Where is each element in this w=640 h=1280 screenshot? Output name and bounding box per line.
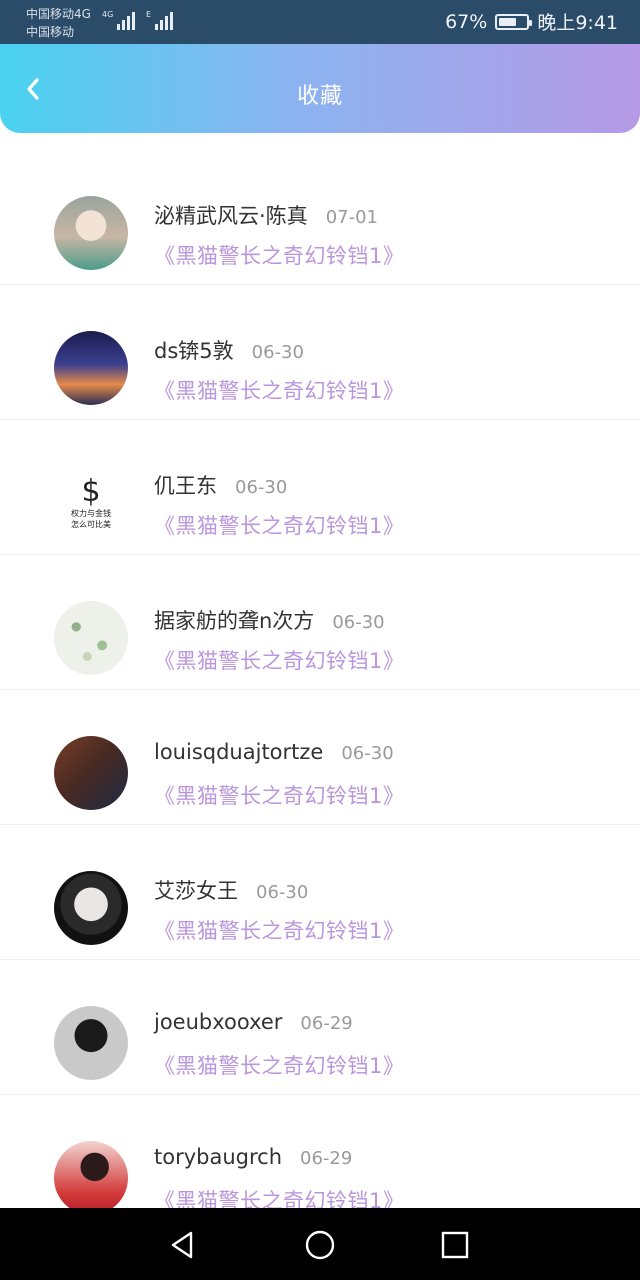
- favorites-list: 泌精武风云·陈真 07-01 《黑猫警长之奇幻铃铛1》 ds锛5敦 06-30 《黑猫警长…: [0, 150, 640, 1208]
- back-triangle-icon: [171, 1231, 193, 1259]
- item-date: 07-01: [325, 207, 378, 228]
- book-title-link[interactable]: 《黑猫警长之奇幻铃铛1》: [154, 1050, 404, 1080]
- avatar-caption-1: 权力与金钱: [71, 509, 111, 518]
- book-title-link[interactable]: 《黑猫警长之奇幻铃铛1》: [154, 375, 404, 405]
- nav-back-button[interactable]: [166, 1228, 200, 1262]
- name-row: 仉王东 06-30: [154, 470, 287, 500]
- user-name[interactable]: louisqduajtortze: [154, 740, 323, 764]
- avatar-caption-2: 怎么可比美: [71, 520, 111, 529]
- avatar[interactable]: [54, 736, 128, 810]
- avatar[interactable]: [54, 871, 128, 945]
- book-title-link[interactable]: 《黑猫警长之奇幻铃铛1》: [154, 780, 404, 810]
- list-item[interactable]: ds锛5敦 06-30 《黑猫警长之奇幻铃铛1》: [0, 285, 640, 420]
- battery-fill: [499, 17, 517, 26]
- item-date: 06-29: [300, 1013, 353, 1034]
- status-bar: 中国移动4G 中国移动 4G E 67% 晚上9:41: [0, 0, 640, 44]
- list-item[interactable]: 泌精武风云·陈真 07-01 《黑猫警长之奇幻铃铛1》: [0, 150, 640, 285]
- system-nav-bar: [0, 1208, 640, 1280]
- user-name[interactable]: ds锛5敦: [154, 335, 234, 365]
- item-date: 06-30: [341, 743, 394, 764]
- list-item[interactable]: louisqduajtortze 06-30 《黑猫警长之奇幻铃铛1》: [0, 690, 640, 825]
- avatar[interactable]: $ 权力与金钱怎么可比美: [54, 466, 128, 540]
- item-date: 06-29: [300, 1148, 353, 1169]
- avatar-symbol: $: [81, 474, 101, 509]
- book-title-link[interactable]: 《黑猫警长之奇幻铃铛1》: [154, 240, 404, 270]
- book-title-link[interactable]: 《黑猫警长之奇幻铃铛1》: [154, 915, 404, 945]
- name-row: 泌精武风云·陈真 07-01: [154, 200, 378, 230]
- signal-2-tag: E: [146, 10, 152, 19]
- user-name[interactable]: torybaugrch: [154, 1145, 282, 1169]
- page-header: 收藏: [0, 44, 640, 133]
- carrier-info: 中国移动4G 中国移动: [26, 5, 91, 41]
- user-name[interactable]: 艾莎女王: [154, 875, 238, 905]
- user-name[interactable]: joeubxooxer: [154, 1010, 282, 1034]
- item-date: 06-30: [251, 342, 304, 363]
- book-title-link[interactable]: 《黑猫警长之奇幻铃铛1》: [154, 510, 404, 540]
- item-date: 06-30: [332, 612, 385, 633]
- carrier-line-2: 中国移动: [26, 25, 75, 39]
- list-item[interactable]: $ 权力与金钱 怎么可比美 仉王东 06-30 《黑猫警长之奇幻铃铛1》: [0, 420, 640, 555]
- home-circle-icon: [305, 1230, 335, 1260]
- name-row: louisqduajtortze 06-30: [154, 740, 394, 764]
- name-row: ds锛5敦 06-30: [154, 335, 304, 365]
- avatar[interactable]: [54, 601, 128, 675]
- avatar[interactable]: [54, 1006, 128, 1080]
- name-row: joeubxooxer 06-29: [154, 1010, 353, 1034]
- nav-recents-button[interactable]: [438, 1228, 472, 1262]
- user-name[interactable]: 据家舫的聋n次方: [154, 605, 314, 635]
- list-item[interactable]: 艾莎女王 06-30 《黑猫警长之奇幻铃铛1》: [0, 825, 640, 960]
- nav-home-button[interactable]: [303, 1228, 337, 1262]
- carrier-line-1: 中国移动4G: [26, 7, 91, 21]
- signal-1-tag: 4G: [102, 10, 114, 19]
- avatar[interactable]: [54, 196, 128, 270]
- avatar[interactable]: [54, 331, 128, 405]
- item-date: 06-30: [256, 882, 309, 903]
- list-item[interactable]: 据家舫的聋n次方 06-30 《黑猫警长之奇幻铃铛1》: [0, 555, 640, 690]
- user-name[interactable]: 泌精武风云·陈真: [154, 200, 308, 230]
- book-title-link[interactable]: 《黑猫警长之奇幻铃铛1》: [154, 645, 404, 675]
- signal-icon: E: [146, 10, 174, 30]
- list-item[interactable]: joeubxooxer 06-29 《黑猫警长之奇幻铃铛1》: [0, 960, 640, 1095]
- recents-square-icon: [441, 1231, 469, 1259]
- page-title: 收藏: [296, 84, 343, 109]
- item-date: 06-30: [235, 477, 288, 498]
- battery-icon: [495, 13, 533, 30]
- clock: 晚上9:41: [537, 12, 618, 34]
- name-row: torybaugrch 06-29: [154, 1145, 352, 1169]
- user-name[interactable]: 仉王东: [154, 470, 217, 500]
- name-row: 艾莎女王 06-30: [154, 875, 308, 905]
- avatar[interactable]: [54, 1141, 128, 1208]
- status-right: 67% 晚上9:41: [445, 8, 618, 35]
- signal-icon: 4G: [102, 10, 136, 30]
- book-title-link[interactable]: 《黑猫警长之奇幻铃铛1》: [154, 1185, 404, 1208]
- battery-percent: 67%: [445, 10, 488, 33]
- name-row: 据家舫的聋n次方 06-30: [154, 605, 385, 635]
- list-item[interactable]: torybaugrch 06-29 《黑猫警长之奇幻铃铛1》: [0, 1095, 640, 1208]
